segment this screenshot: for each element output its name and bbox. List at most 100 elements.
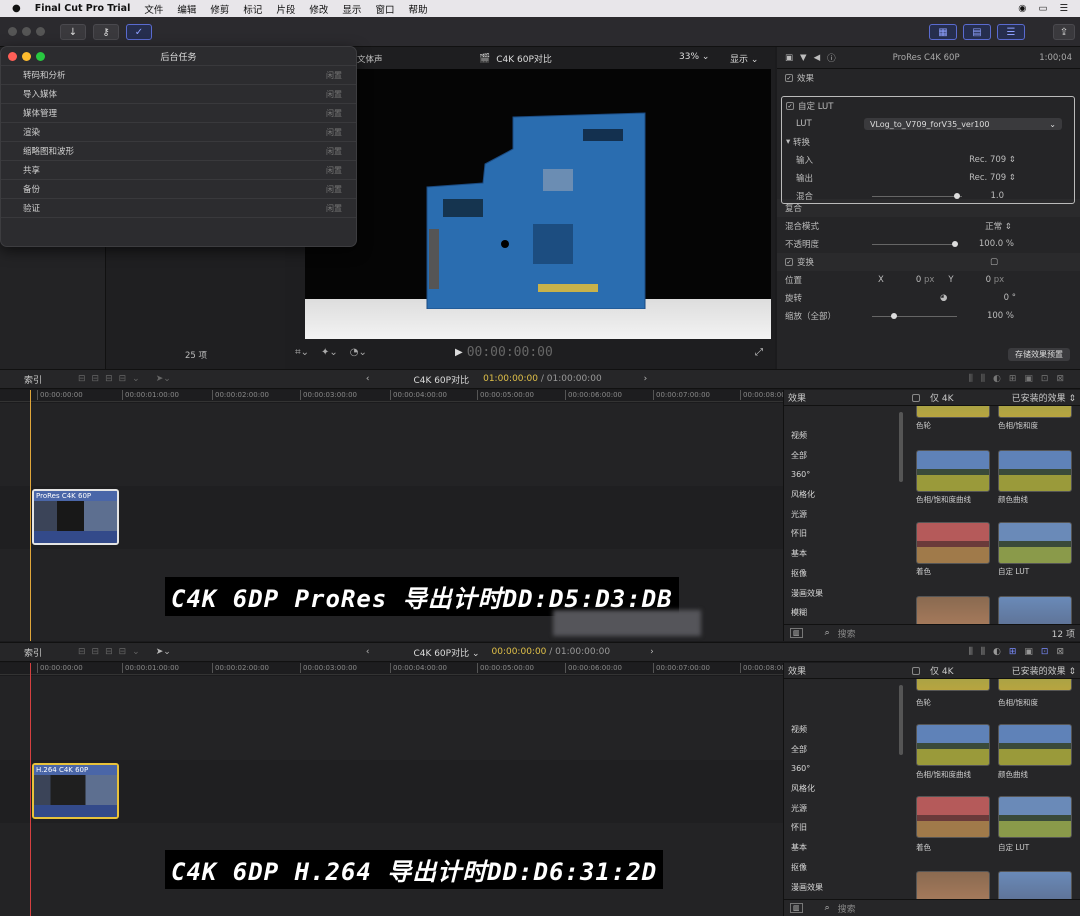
import-button[interactable]: ↓ xyxy=(60,24,86,40)
zoom-dot[interactable] xyxy=(36,27,45,36)
menu-trim[interactable]: 修剪 xyxy=(210,2,229,16)
share-button[interactable]: ⇪ xyxy=(1053,24,1075,40)
menu-file[interactable]: 文件 xyxy=(144,2,163,16)
speed-icon[interactable]: ◔⌄ xyxy=(350,347,367,358)
opacity-value[interactable]: 100.0 % xyxy=(979,239,1072,249)
app-menu[interactable]: Final Cut Pro Trial xyxy=(35,3,131,14)
category-item[interactable]: 风格化 xyxy=(784,779,901,799)
mix-value[interactable]: 1.0 xyxy=(990,191,1066,201)
output-select[interactable]: Rec. 709 ⇕ xyxy=(969,173,1066,183)
x-value[interactable]: 0 xyxy=(916,275,921,285)
control-center-icon[interactable]: ☰ xyxy=(1059,3,1068,14)
film-icon[interactable]: ▣ xyxy=(785,53,793,63)
category-item[interactable]: 光源 xyxy=(784,799,901,819)
timeline-toggle[interactable]: ▤ xyxy=(963,24,991,40)
lut-dropdown[interactable]: VLog_to_V709_forV35_ver100 ⌄ xyxy=(864,118,1062,130)
play-icon[interactable]: ▶ xyxy=(455,347,463,358)
category-item[interactable]: 抠像 xyxy=(784,858,901,878)
audio-icon[interactable]: ◀ xyxy=(814,53,821,63)
category-item[interactable]: 漫画效果 xyxy=(784,584,901,604)
menu-help[interactable]: 帮助 xyxy=(408,2,427,16)
battery-icon[interactable]: ▭ xyxy=(1038,3,1047,14)
category-item[interactable]: 视频 xyxy=(784,720,901,740)
input-select[interactable]: Rec. 709 ⇕ xyxy=(969,155,1066,165)
background-tasks-button[interactable]: ✓ xyxy=(126,24,152,40)
index-button[interactable]: 索引 xyxy=(24,373,42,386)
effect-thumb[interactable] xyxy=(916,724,990,766)
browser-toggle[interactable]: ▦ xyxy=(929,24,957,40)
scrollbar[interactable] xyxy=(899,685,903,755)
scale-value[interactable]: 100 % xyxy=(987,311,1072,321)
apple-icon[interactable]: ● xyxy=(12,3,21,14)
transform-overlay-icon[interactable]: ▢ xyxy=(990,257,1072,267)
menu-edit[interactable]: 编辑 xyxy=(177,2,196,16)
filter-icon[interactable]: ▼ xyxy=(800,53,807,63)
category-item[interactable]: 漫画效果 xyxy=(784,878,901,898)
effect-thumb[interactable] xyxy=(998,522,1072,564)
effect-thumb[interactable] xyxy=(998,450,1072,492)
back-arrow-icon[interactable]: ‹ xyxy=(366,647,370,657)
menu-window[interactable]: 窗口 xyxy=(375,2,394,16)
effects-checkbox[interactable]: ✓ xyxy=(785,74,793,82)
save-effects-preset-button[interactable]: 存储效果预置 xyxy=(1008,348,1070,361)
search-input[interactable]: 搜索 xyxy=(838,902,856,915)
effect-thumb[interactable] xyxy=(998,796,1072,838)
forward-arrow-icon[interactable]: › xyxy=(650,647,654,657)
playhead-1[interactable] xyxy=(30,390,31,641)
opacity-slider[interactable] xyxy=(872,243,957,245)
timeline-right-tools[interactable]: ⫼⫼◐⊞▣⊡⊠ xyxy=(969,374,1080,384)
only-4k-checkbox[interactable] xyxy=(912,666,921,675)
crop-icon[interactable]: ⌗⌄ xyxy=(295,347,309,358)
fullscreen-icon[interactable]: ⤢ xyxy=(755,347,763,358)
only-4k-checkbox[interactable] xyxy=(912,393,921,402)
y-value[interactable]: 0 xyxy=(986,275,991,285)
video-frame[interactable] xyxy=(305,69,771,339)
effect-thumb[interactable] xyxy=(998,724,1072,766)
opacity-knob[interactable] xyxy=(952,241,958,247)
scale-knob[interactable] xyxy=(891,313,897,319)
effect-thumb[interactable] xyxy=(998,406,1072,418)
category-item[interactable]: 360° xyxy=(784,465,901,485)
minimize-dot[interactable] xyxy=(22,27,31,36)
sidebar-toggle-icon[interactable]: ▥ xyxy=(790,903,803,913)
menu-mark[interactable]: 标记 xyxy=(243,2,262,16)
select-tool-icon[interactable]: ➤⌄ xyxy=(156,374,171,384)
category-item[interactable]: 基本 xyxy=(784,838,901,858)
scale-slider[interactable] xyxy=(872,315,957,317)
zoom-menu[interactable]: 33% ⌄ xyxy=(679,52,709,62)
back-arrow-icon[interactable]: ‹ xyxy=(366,374,370,384)
mix-slider[interactable] xyxy=(872,195,962,197)
edit-buttons[interactable]: ⊟⊟⊟⊟⌄ xyxy=(78,647,146,657)
installed-effects-menu[interactable]: 已安装的效果 ⇕ xyxy=(1012,664,1080,677)
transform-checkbox[interactable]: ✓ xyxy=(785,258,793,266)
project-name[interactable]: C4K 60P对比 xyxy=(413,373,469,386)
effect-thumb[interactable] xyxy=(916,522,990,564)
info-icon[interactable]: ⓘ xyxy=(827,52,836,64)
playhead-2[interactable] xyxy=(30,663,31,916)
category-item[interactable]: 全部 xyxy=(784,446,901,466)
category-item[interactable]: 光源 xyxy=(784,505,901,525)
effect-thumb[interactable] xyxy=(998,679,1072,691)
close-dot[interactable] xyxy=(8,27,17,36)
effect-thumb[interactable] xyxy=(916,796,990,838)
edit-buttons[interactable]: ⊟⊟⊟⊟⌄ xyxy=(78,374,146,384)
timeline-clip-h264[interactable]: H.264 C4K 60P xyxy=(32,763,119,819)
category-item[interactable]: 怀旧 xyxy=(784,524,901,544)
menu-view[interactable]: 显示 xyxy=(342,2,361,16)
effect-thumb[interactable] xyxy=(916,679,990,691)
category-item[interactable]: 怀旧 xyxy=(784,818,901,838)
effect-thumb[interactable] xyxy=(916,406,990,418)
search-input[interactable]: 搜索 xyxy=(838,627,856,640)
effect-thumb[interactable] xyxy=(916,450,990,492)
category-item[interactable]: 全部 xyxy=(784,740,901,760)
category-item[interactable]: 风格化 xyxy=(784,485,901,505)
category-item[interactable]: 模糊 xyxy=(784,603,901,623)
magic-wand-icon[interactable]: ✦⌄ xyxy=(321,347,338,358)
installed-effects-menu[interactable]: 已安装的效果 ⇕ xyxy=(1012,391,1080,404)
project-name[interactable]: C4K 60P对比 ⌄ xyxy=(413,646,479,659)
disclosure-icon[interactable]: ▾ xyxy=(786,137,790,147)
timeline-right-tools[interactable]: ⫼⫼◐⊞▣⊡⊠ xyxy=(969,647,1080,657)
category-item[interactable]: 抠像 xyxy=(784,564,901,584)
sidebar-toggle-icon[interactable]: ▥ xyxy=(790,628,803,638)
custom-lut-checkbox[interactable]: ✓ xyxy=(786,102,794,110)
